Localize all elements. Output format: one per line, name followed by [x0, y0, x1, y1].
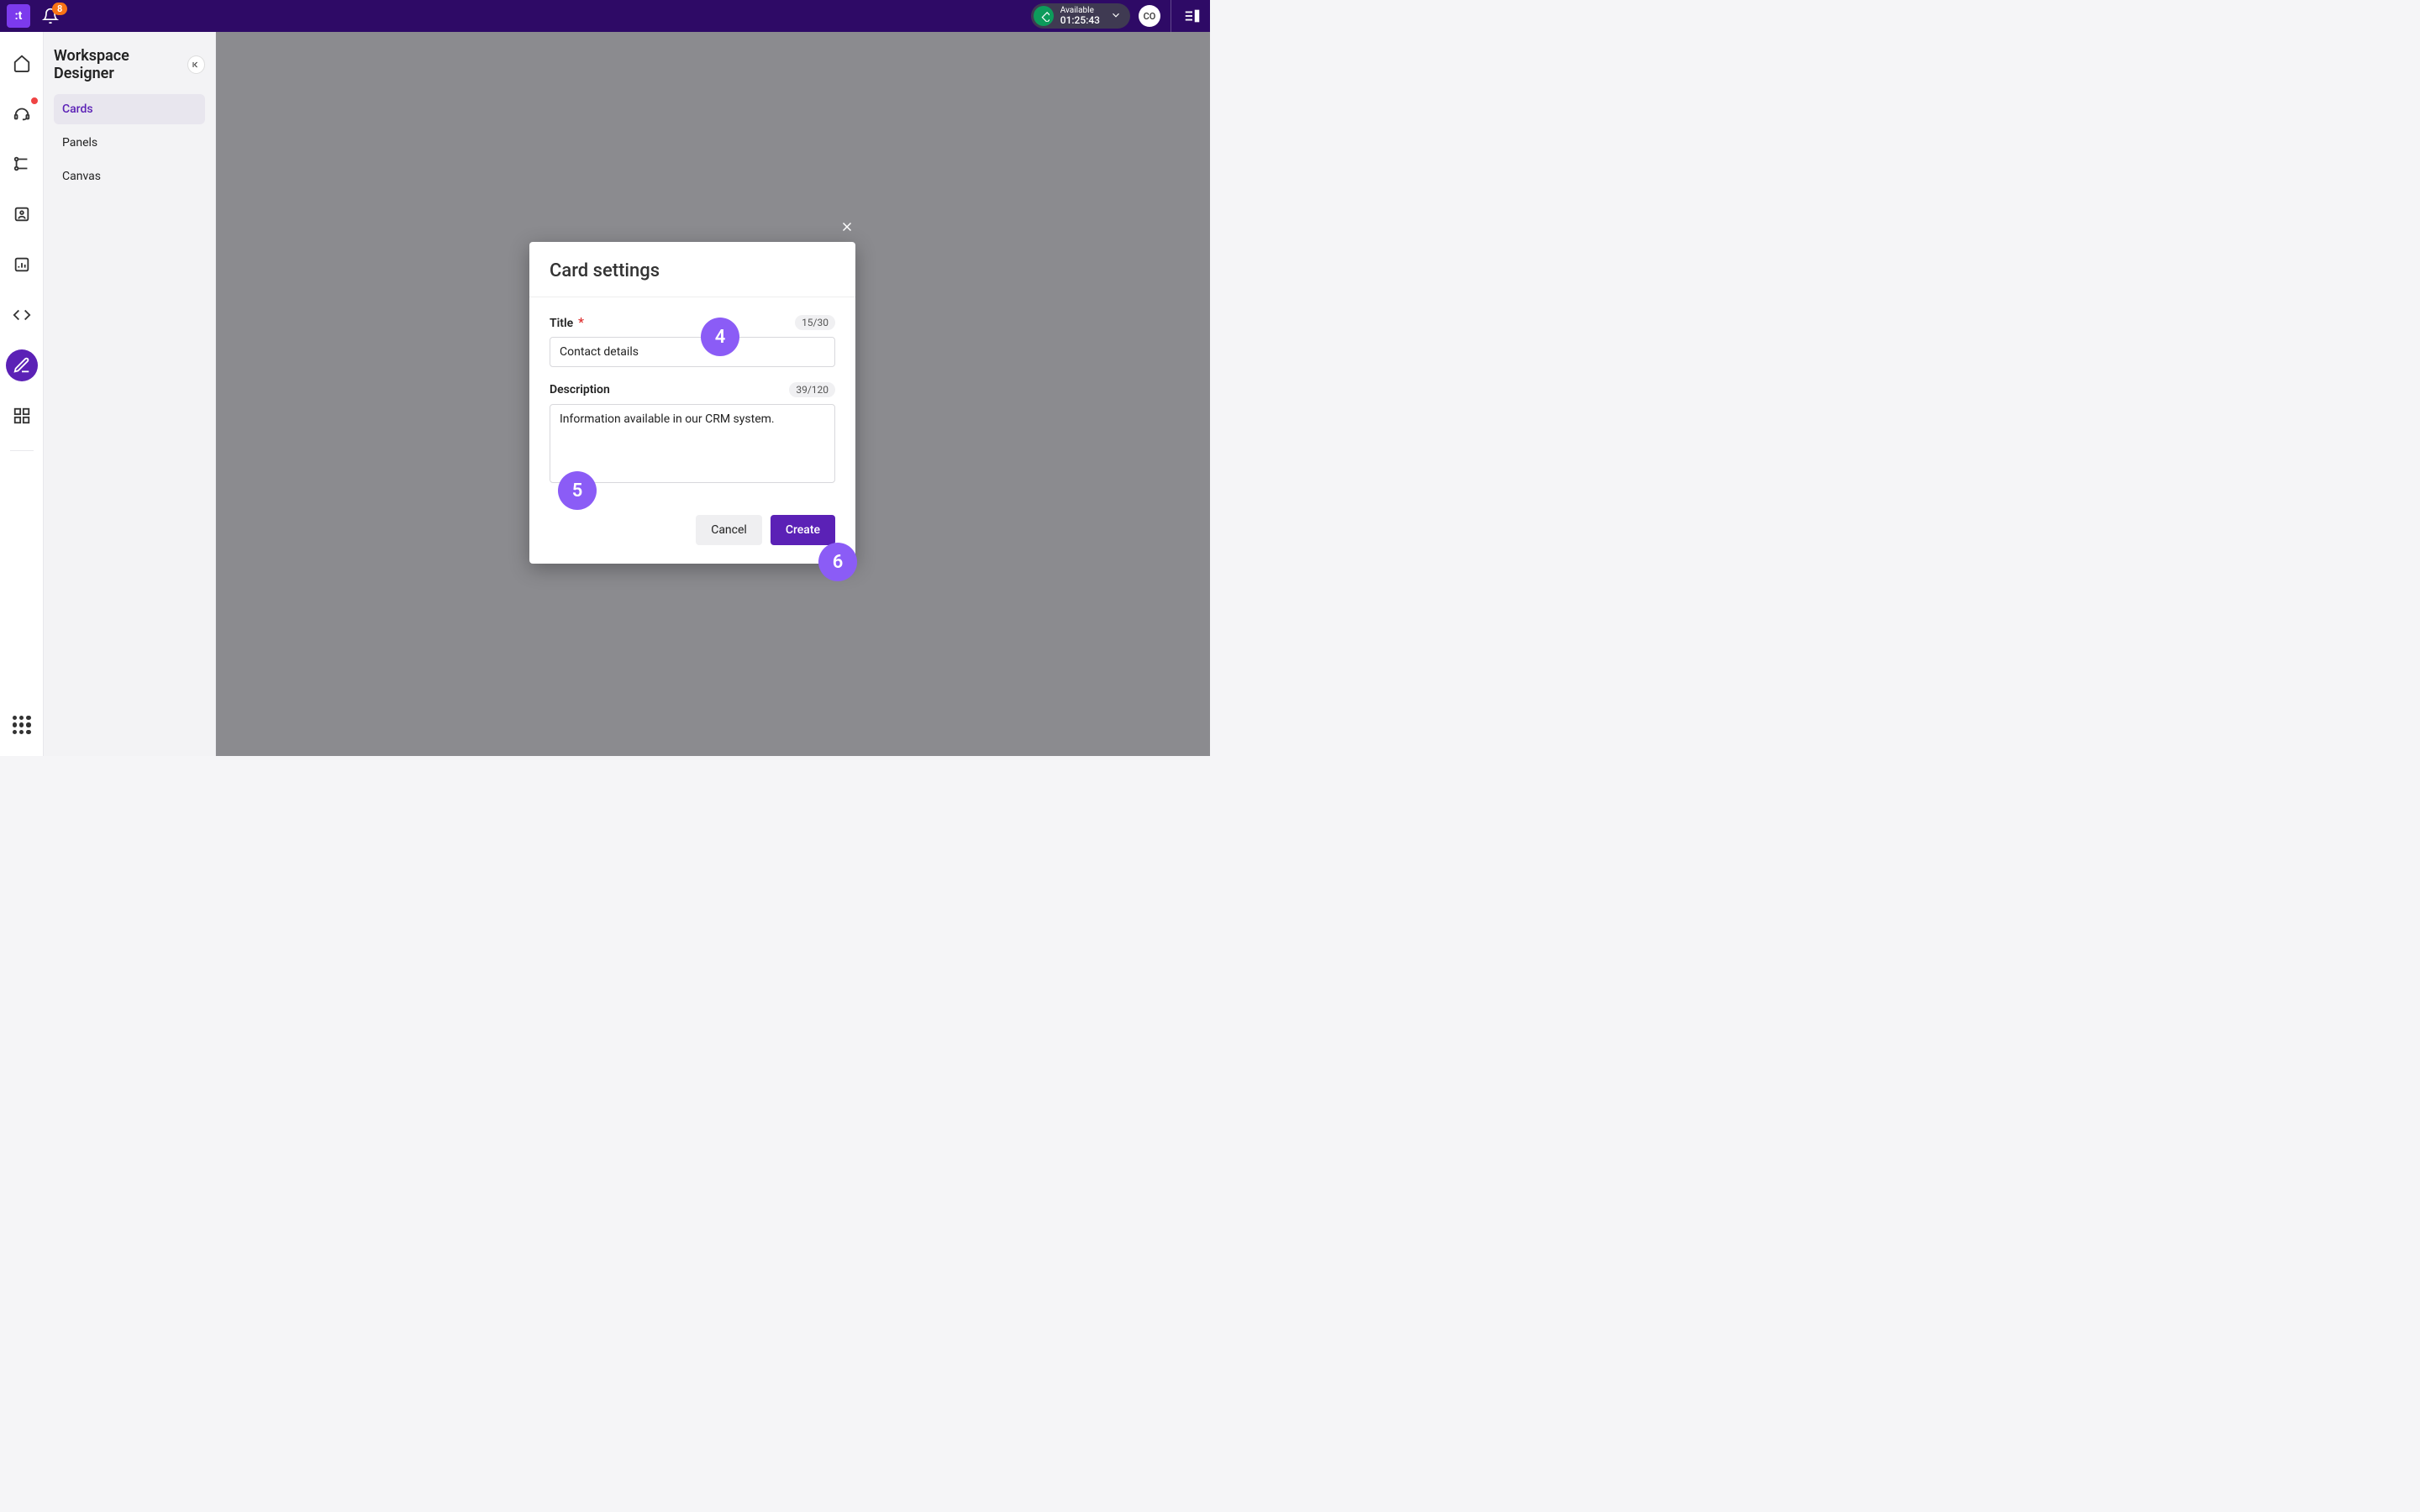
sidebar-item-canvas[interactable]: Canvas: [54, 161, 205, 192]
topbar-right: Available 01:25:43 CO: [1031, 0, 1203, 32]
nav-apps[interactable]: [6, 400, 38, 432]
sidebar-header: Workspace Designer: [54, 47, 205, 82]
required-mark: *: [578, 314, 584, 330]
user-avatar[interactable]: CO: [1139, 5, 1160, 27]
title-label: Title: [550, 317, 573, 330]
create-button[interactable]: Create: [771, 515, 835, 545]
modal-title: Card settings: [550, 260, 835, 281]
nav-developer[interactable]: [6, 299, 38, 331]
modal-header: Card settings: [529, 242, 855, 297]
sidebar-title: Workspace Designer: [54, 47, 187, 82]
nav-contacts[interactable]: [6, 198, 38, 230]
sidebar-item-panels[interactable]: Panels: [54, 128, 205, 158]
nav-app-launcher[interactable]: [6, 709, 38, 741]
avatar-initials: CO: [1144, 11, 1156, 22]
code-icon: [13, 306, 31, 324]
modal-close-button[interactable]: [835, 215, 859, 239]
topbar: :t 8 Available 01:25:43 CO: [0, 0, 1210, 32]
status-timer: 01:25:43: [1060, 15, 1100, 26]
modal-footer: Cancel Create: [529, 507, 855, 564]
status-selector[interactable]: Available 01:25:43: [1031, 3, 1130, 29]
sidebar-item-cards[interactable]: Cards: [54, 94, 205, 124]
description-label: Description: [550, 383, 610, 396]
status-indicator-icon: [1034, 6, 1054, 26]
icon-rail: [0, 32, 44, 756]
annotation-marker-4: 4: [701, 318, 739, 356]
annotation-marker-5: 5: [558, 471, 597, 510]
logo-text: :t: [15, 9, 23, 23]
panel-toggle-button[interactable]: [1181, 5, 1203, 27]
headset-icon: [13, 104, 31, 123]
notifications-button[interactable]: 8: [42, 8, 59, 24]
description-field: Description 39/120: [550, 382, 835, 486]
chart-icon: [13, 255, 31, 274]
app-logo[interactable]: :t: [7, 4, 30, 28]
description-counter: 39/120: [789, 382, 835, 397]
chevron-collapse-icon: [191, 60, 201, 70]
card-settings-modal: Card settings Title * 15/30 Description …: [529, 242, 855, 564]
grid-icon: [13, 407, 31, 425]
contact-card-icon: [13, 205, 31, 223]
description-input[interactable]: [550, 404, 835, 483]
list-tree-icon: [13, 155, 31, 173]
nav-analytics[interactable]: [6, 249, 38, 281]
title-counter: 15/30: [795, 315, 835, 330]
close-icon: [839, 219, 855, 234]
notification-count-badge: 8: [52, 3, 67, 15]
edit-icon: [13, 356, 31, 375]
nav-flows[interactable]: [6, 148, 38, 180]
nav-agent[interactable]: [6, 97, 38, 129]
sidebar: Workspace Designer Cards Panels Canvas: [44, 32, 216, 756]
rail-divider: [10, 450, 34, 451]
collapse-sidebar-button[interactable]: [187, 55, 205, 74]
chevron-down-icon: [1110, 8, 1122, 24]
annotation-marker-6: 6: [818, 543, 857, 581]
title-field: Title * 15/30: [550, 314, 835, 367]
panel-right-icon: [1183, 7, 1202, 25]
apps-grid-icon: [13, 716, 31, 734]
title-input[interactable]: [550, 337, 835, 367]
cancel-button[interactable]: Cancel: [696, 515, 762, 545]
nav-home[interactable]: [6, 47, 38, 79]
nav-designer[interactable]: [6, 349, 38, 381]
home-icon: [13, 54, 31, 72]
alert-dot-icon: [29, 96, 39, 106]
